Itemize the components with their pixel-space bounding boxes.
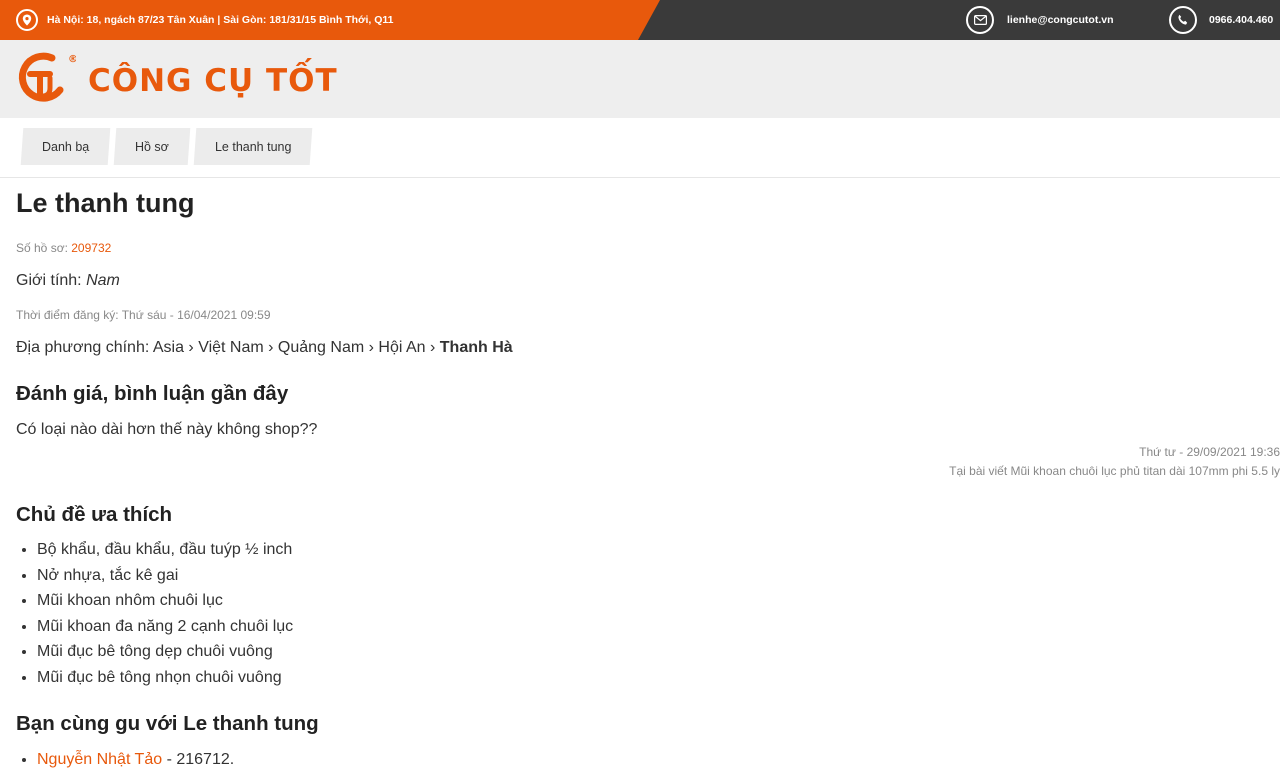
list-item[interactable]: Mũi khoan đa năng 2 cạnh chuôi lục	[37, 614, 293, 640]
breadcrumb-item-current[interactable]: Le thanh tung	[193, 128, 313, 165]
breadcrumb-item-directory[interactable]: Danh bạ	[20, 128, 111, 165]
registration-time: Thời điểm đăng ký: Thứ sáu - 16/04/2021 …	[16, 308, 271, 322]
list-item[interactable]: Mũi đục bê tông dẹp chuôi vuông	[37, 639, 293, 665]
email-link[interactable]: lienhe@congcutot.vn	[966, 0, 1114, 40]
page-title: Le thanh tung	[16, 188, 195, 218]
similar-users-list: Nguyễn Nhật Tảo - 216712.	[16, 747, 234, 773]
location-path: Asia › Việt Nam › Quảng Nam › Hội An ›	[152, 339, 436, 356]
list-item[interactable]: Mũi đục bê tông nhọn chuôi vuông	[37, 665, 293, 691]
breadcrumb-item-profiles[interactable]: Hồ sơ	[113, 128, 191, 165]
similar-user-link[interactable]: Nguyễn Nhật Tảo	[37, 751, 162, 768]
profile-id: Số hồ sơ: 209732	[16, 241, 112, 255]
gender-line: Giới tính: Nam	[16, 272, 120, 289]
list-item[interactable]: Bộ khẩu, đầu khẩu, đầu tuýp ½ inch	[37, 537, 293, 563]
mail-icon	[966, 6, 994, 34]
email-text: lienhe@congcutot.vn	[1007, 14, 1114, 26]
site-logo[interactable]: ® CÔNG CỤ TỐT	[16, 50, 338, 112]
similar-users-heading: Bạn cùng gu với Le thanh tung	[16, 712, 319, 735]
brand-name: CÔNG CỤ TỐT	[88, 63, 338, 99]
top-contact-bar: Hà Nội: 18, ngách 87/23 Tân Xuân | Sài G…	[0, 0, 1280, 40]
review-date: Thứ tư - 29/09/2021 19:36	[1139, 445, 1280, 459]
favorites-list: Bộ khẩu, đầu khẩu, đầu tuýp ½ inch Nở nh…	[16, 537, 293, 691]
breadcrumb: Danh bạ Hồ sơ Le thanh tung	[0, 118, 1280, 178]
phone-text: 0966.404.460	[1209, 14, 1274, 26]
location-pin-icon	[16, 9, 38, 31]
profile-id-value: 209732	[71, 241, 112, 255]
gender-value: Nam	[86, 272, 120, 289]
phone-link[interactable]: 0966.404.460	[1169, 0, 1273, 40]
review-post-link[interactable]: Tại bài viết Mũi khoan chuôi lục phủ tit…	[949, 464, 1280, 478]
location-current: Thanh Hà	[439, 339, 513, 356]
phone-icon	[1169, 6, 1197, 34]
favorites-heading: Chủ đề ưa thích	[16, 503, 173, 526]
address-text: Hà Nội: 18, ngách 87/23 Tân Xuân | Sài G…	[47, 14, 394, 26]
list-item[interactable]: Mũi khoan nhôm chuôi lục	[37, 588, 293, 614]
location-line: Địa phương chính: Asia › Việt Nam › Quản…	[16, 339, 513, 356]
review-text: Có loại nào dài hơn thế này không shop??	[16, 421, 318, 438]
registered-mark: ®	[68, 54, 76, 65]
similar-user-id: - 216712.	[162, 751, 235, 768]
address-info: Hà Nội: 18, ngách 87/23 Tân Xuân | Sài G…	[16, 0, 394, 40]
logo-mark-icon: ®	[18, 52, 76, 102]
list-item[interactable]: Nở nhựa, tắc kê gai	[37, 563, 293, 589]
reviews-heading: Đánh giá, bình luận gần đây	[16, 382, 289, 405]
list-item: Nguyễn Nhật Tảo - 216712.	[37, 747, 234, 773]
